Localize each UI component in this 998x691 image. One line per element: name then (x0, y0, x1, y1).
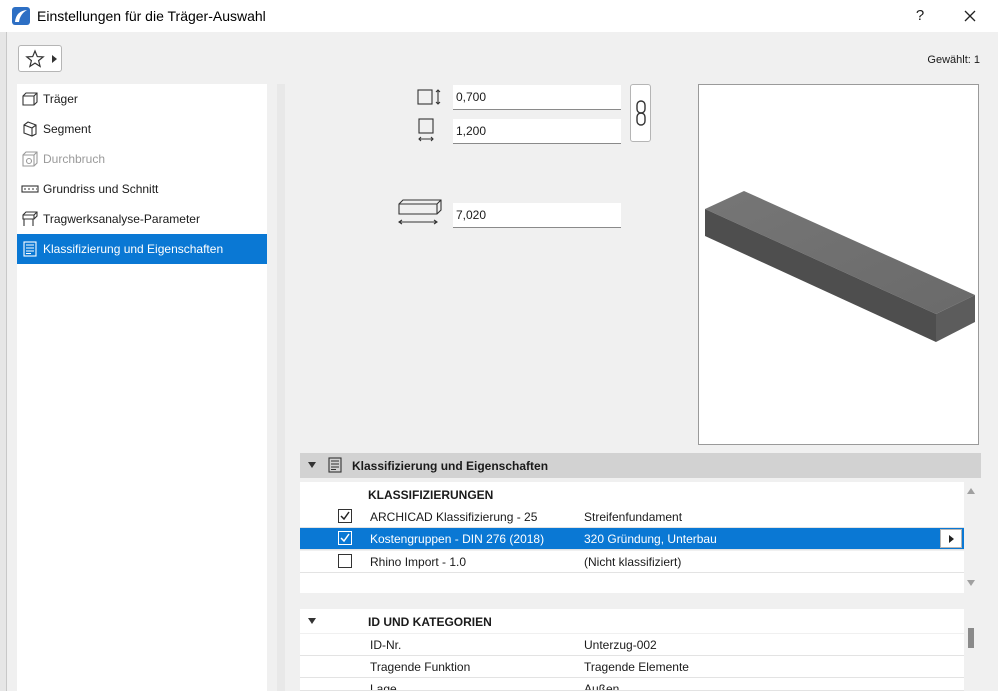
classifications-header: KLASSIFIZIERUNGEN (300, 482, 964, 506)
property-name: ID-Nr. (370, 638, 402, 652)
nav-label-klassifizierung: Klassifizierung und Eigenschaften (43, 242, 224, 256)
beam-3d-preview (698, 84, 979, 445)
checkmark-icon (340, 511, 350, 521)
property-name: Lage (370, 682, 397, 691)
beam-3d-shape (705, 191, 975, 342)
classification-row-selected[interactable]: Kostengruppen - DIN 276 (2018) 320 Gründ… (300, 528, 964, 550)
nav-item-klassifizierung[interactable]: Klassifizierung und Eigenschaften (17, 234, 267, 264)
opening-icon (22, 151, 38, 167)
checkbox-checked[interactable] (338, 509, 352, 523)
panel-divider (277, 84, 285, 691)
beam-width-input[interactable]: 0,700 (453, 85, 621, 110)
beam-length-icon (398, 199, 442, 225)
checkbox-checked[interactable] (338, 531, 352, 545)
id-categories-title: ID UND KATEGORIEN (368, 615, 492, 629)
open-classification-button[interactable] (940, 529, 962, 548)
caret-right-icon (949, 535, 954, 543)
settings-nav-panel: Träger Segment Durchbruch Grundriss und … (17, 84, 267, 691)
classification-value: Streifenfundament (584, 510, 683, 524)
beam-height-input[interactable]: 1,200 (453, 119, 621, 144)
nav-label-traeger: Träger (43, 92, 78, 106)
nav-item-traeger[interactable]: Träger (17, 84, 267, 114)
window-title: Einstellungen für die Träger-Auswahl (37, 8, 266, 24)
scrollbar-thumb[interactable] (968, 628, 974, 648)
star-icon (25, 49, 45, 68)
close-icon[interactable] (958, 4, 982, 28)
section-title: Klassifizierung und Eigenschaften (352, 459, 549, 473)
structural-icon (22, 211, 38, 226)
classification-name: Kostengruppen - DIN 276 (2018) (370, 532, 545, 546)
nav-label-segment: Segment (43, 122, 92, 136)
property-value: Außen (584, 682, 620, 691)
scroll-down-icon[interactable] (967, 580, 975, 586)
title-bar: Einstellungen für die Träger-Auswahl ? (0, 0, 998, 32)
section-header-klassifizierung[interactable]: Klassifizierung und Eigenschaften (300, 453, 981, 478)
nav-item-tragwerk[interactable]: Tragwerksanalyse-Parameter (17, 204, 267, 234)
group-separator (300, 593, 981, 601)
checkmark-icon (340, 533, 350, 543)
window-border (6, 32, 7, 691)
nav-item-durchbruch: Durchbruch (17, 144, 267, 174)
classification-row[interactable]: ARCHICAD Klassifizierung - 25 Streifenfu… (300, 506, 964, 528)
archicad-logo-icon (12, 7, 30, 25)
selected-count: Gewählt: 1 (927, 54, 980, 66)
checkbox-unchecked[interactable] (338, 554, 352, 568)
classification-icon (328, 457, 342, 473)
link-dimensions-button[interactable] (630, 84, 651, 142)
classifications-empty-area (300, 573, 964, 593)
property-name: Tragende Funktion (370, 660, 471, 674)
classification-name: ARCHICAD Klassifizierung - 25 (370, 510, 538, 524)
property-row[interactable]: ID-Nr. Unterzug-002 (300, 634, 964, 656)
beam-height-icon (418, 118, 434, 142)
caret-right-icon (52, 55, 57, 63)
classification-name: Rhino Import - 1.0 (370, 555, 467, 569)
classification-icon (23, 241, 37, 257)
collapse-triangle-icon (308, 462, 316, 468)
collapse-triangle-icon (308, 618, 316, 624)
nav-label-tragwerk: Tragwerksanalyse-Parameter (43, 212, 200, 226)
beam-length-input[interactable]: 7,020 (453, 203, 621, 228)
favorites-button[interactable] (18, 45, 62, 72)
property-value: Tragende Elemente (584, 660, 689, 674)
beam-icon (22, 92, 38, 106)
classifications-title: KLASSIFIZIERUNGEN (368, 488, 494, 502)
property-row[interactable]: Lage Außen (300, 678, 964, 691)
property-value: Unterzug-002 (584, 638, 657, 652)
nav-label-durchbruch: Durchbruch (43, 152, 106, 166)
classification-value: (Nicht klassifiziert) (584, 555, 682, 569)
classification-value: 320 Gründung, Unterbau (584, 532, 717, 546)
help-button[interactable]: ? (908, 4, 932, 28)
nav-item-segment[interactable]: Segment (17, 114, 267, 144)
property-row[interactable]: Tragende Funktion Tragende Elemente (300, 656, 964, 678)
classification-row[interactable]: Rhino Import - 1.0 (Nicht klassifiziert) (300, 551, 964, 573)
scroll-up-icon[interactable] (967, 488, 975, 494)
chain-link-icon (636, 100, 646, 126)
floorplan-icon (21, 185, 39, 193)
beam-width-icon (417, 89, 441, 105)
id-categories-header[interactable]: ID UND KATEGORIEN (300, 609, 964, 633)
nav-label-grundriss: Grundriss und Schnitt (43, 182, 159, 196)
segment-icon (23, 121, 37, 137)
nav-item-grundriss[interactable]: Grundriss und Schnitt (17, 174, 267, 204)
